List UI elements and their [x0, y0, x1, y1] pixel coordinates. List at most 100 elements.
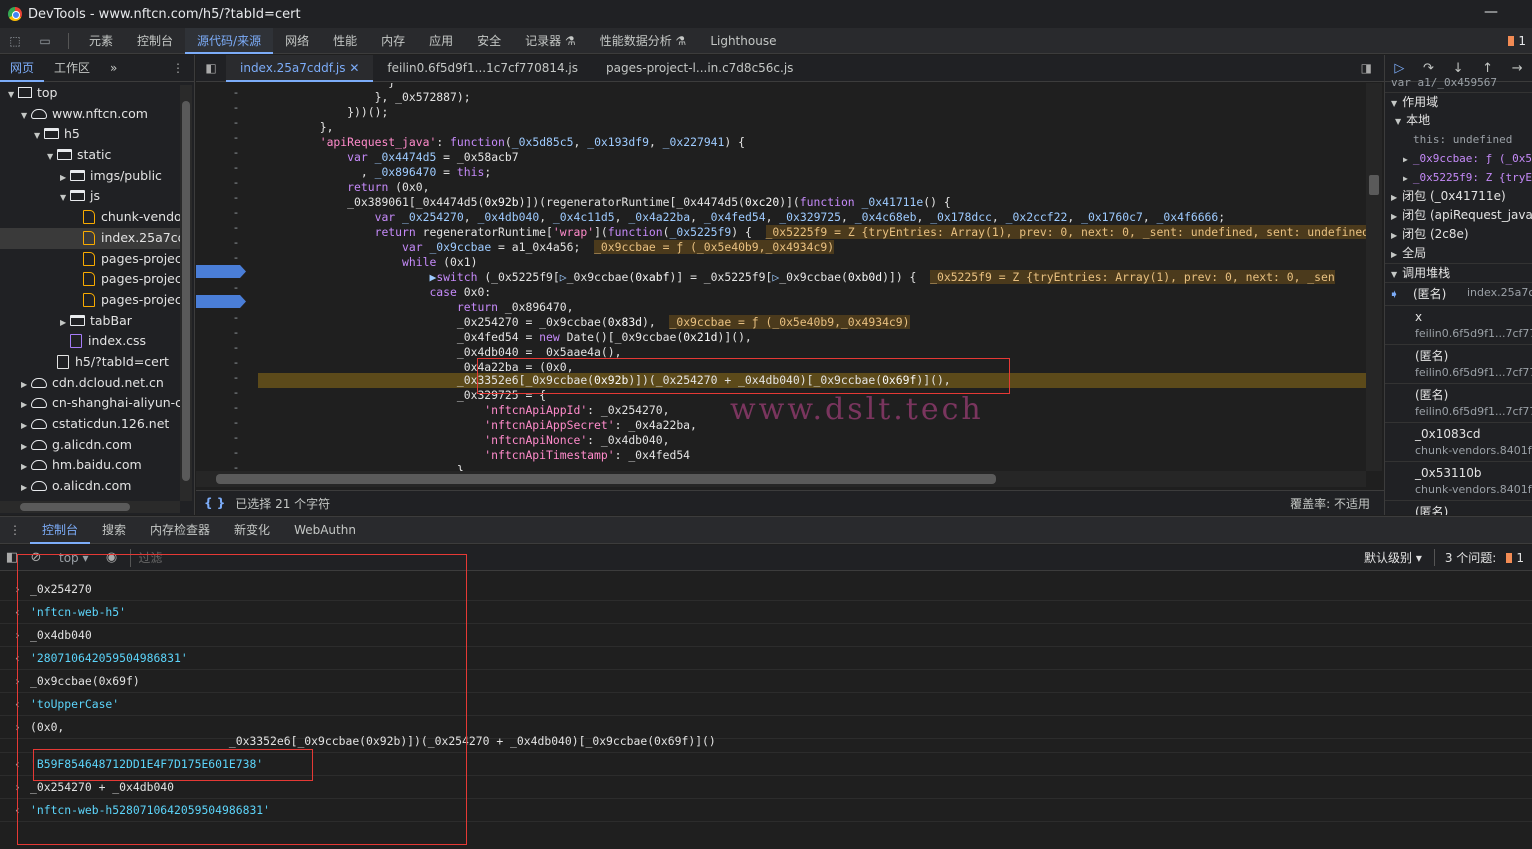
- tree-node[interactable]: h5/?tabId=cert: [0, 352, 180, 373]
- tree-arrow-icon[interactable]: ▶: [21, 395, 31, 414]
- resume-icon[interactable]: ▷: [1394, 61, 1404, 76]
- close-tab-icon[interactable]: ✕: [349, 61, 359, 75]
- tab-main[interactable]: 控制台: [125, 28, 185, 54]
- step-out-icon[interactable]: ↑: [1482, 61, 1493, 76]
- tree-node[interactable]: ▼ www.nftcn.com: [0, 104, 180, 125]
- local-var[interactable]: ▶_0x9ccbae: ƒ (_0x5e40b9,_0x4934c9): [1385, 149, 1532, 168]
- issues-counter[interactable]: 3 个问题: 1: [1433, 549, 1524, 566]
- step-icon[interactable]: →: [1512, 61, 1523, 76]
- tree-arrow-icon[interactable]: ▼: [60, 188, 70, 207]
- tree-node[interactable]: ▶ g.alicdn.com: [0, 435, 180, 456]
- tab-page[interactable]: 网页: [0, 55, 45, 82]
- tab-main[interactable]: 安全: [465, 28, 513, 54]
- tab-workspace[interactable]: 工作区: [44, 55, 100, 82]
- navigator-hscrollbar[interactable]: [0, 501, 180, 513]
- tab-main[interactable]: 记录器 ⚗: [513, 28, 588, 54]
- inspect-element-icon[interactable]: ⬚: [0, 34, 30, 48]
- callstack-frame[interactable]: (匿名) feilin0.6f5d9f1...7cf770814.js: [1385, 344, 1532, 383]
- minimize-icon[interactable]: —: [1484, 4, 1498, 20]
- tab-main[interactable]: 性能数据分析 ⚗: [588, 28, 699, 54]
- tree-node[interactable]: index.css: [0, 331, 180, 352]
- callstack-frame[interactable]: _0x53110b chunk-vendors.8401f2f6.js: [1385, 461, 1532, 500]
- tree-node[interactable]: ▶ cn-shanghai-aliyun-cloudauth.oss-cn-sha…: [0, 393, 180, 414]
- breakpoint-marker[interactable]: [196, 295, 246, 308]
- tree-arrow-icon[interactable]: ▼: [8, 85, 18, 104]
- line-gutter[interactable]: --------------------------: [196, 83, 258, 474]
- tree-node[interactable]: ▶ cstaticdun.126.net: [0, 414, 180, 435]
- tree-arrow-icon[interactable]: ▶: [21, 437, 31, 456]
- closure-scope[interactable]: ▶ 闭包 (apiRequest_java): [1385, 206, 1532, 225]
- tree-arrow-icon[interactable]: ▶: [21, 375, 31, 394]
- device-toolbar-icon[interactable]: ▭: [30, 34, 60, 48]
- tree-node[interactable]: chunk-vendors.8401f: [0, 207, 180, 228]
- line-marker: -: [234, 431, 238, 444]
- tab-main[interactable]: 应用: [417, 28, 465, 54]
- tree-arrow-icon[interactable]: ▼: [34, 126, 44, 145]
- step-into-icon[interactable]: ↓: [1453, 61, 1464, 76]
- tab-main[interactable]: Lighthouse: [698, 28, 788, 54]
- tree-node[interactable]: ▶ hm.baidu.com: [0, 455, 180, 476]
- toggle-navigator-icon[interactable]: ◧: [196, 61, 226, 75]
- callstack-frame[interactable]: (匿名)index.25a7cddf.js: [1385, 282, 1532, 305]
- frame-name: x: [1415, 310, 1423, 324]
- callstack-header[interactable]: ▼ 调用堆栈: [1385, 263, 1532, 282]
- tab-main[interactable]: 内存: [369, 28, 417, 54]
- tree-node[interactable]: ▼ top: [0, 83, 180, 104]
- editor-hscrollbar[interactable]: [196, 471, 1366, 487]
- more-tabs-icon[interactable]: »: [100, 55, 127, 82]
- tree-node[interactable]: pages-project-l...in.c7d8c56c.js: [0, 249, 180, 270]
- log-level-select[interactable]: 默认级别 ▾: [1364, 549, 1422, 566]
- tree-arrow-icon[interactable]: ▼: [21, 106, 31, 125]
- local-scope-header[interactable]: ▼ 本地: [1385, 111, 1532, 130]
- tree-arrow-icon[interactable]: ▶: [60, 313, 70, 332]
- step-over-icon[interactable]: ↷: [1423, 61, 1434, 76]
- local-var[interactable]: ▶_0x5225f9: Z {tryEntries: Array(1): [1385, 168, 1532, 187]
- callstack-frame[interactable]: x feilin0.6f5d9f1...7cf770814.js: [1385, 305, 1532, 344]
- breakpoint-marker[interactable]: [196, 265, 246, 278]
- tab-main[interactable]: 网络: [273, 28, 321, 54]
- callstack-frame[interactable]: (匿名): [1385, 500, 1532, 515]
- drawer-tab[interactable]: 搜索: [90, 516, 138, 544]
- global-scope[interactable]: ▶ 全局: [1385, 244, 1532, 263]
- callstack-frame[interactable]: (匿名) feilin0.6f5d9f1...7cf770814.js: [1385, 383, 1532, 422]
- tree-node[interactable]: ▼ js: [0, 186, 180, 207]
- annotation-box-code: [477, 358, 1010, 394]
- more-options-icon[interactable]: ⋮: [172, 61, 184, 75]
- tree-node[interactable]: ▶ tabBar: [0, 311, 180, 332]
- tree-arrow-icon[interactable]: ▶: [21, 416, 31, 435]
- scope-header[interactable]: ▼ 作用域: [1385, 92, 1532, 111]
- tree-node[interactable]: ▶ cdn.dcloud.net.cn: [0, 373, 180, 394]
- tree-arrow-icon[interactable]: ▼: [47, 147, 57, 166]
- pretty-print-icon[interactable]: { }: [204, 496, 225, 510]
- drawer-tab[interactable]: WebAuthn: [282, 516, 368, 544]
- toggle-debugger-icon[interactable]: ◨: [1361, 61, 1372, 75]
- callstack-frame[interactable]: _0x1083cd chunk-vendors.8401f2f6.js: [1385, 422, 1532, 461]
- editor-vscrollbar[interactable]: [1366, 83, 1382, 471]
- tab-main[interactable]: 源代码/来源: [185, 27, 274, 54]
- navigator-scrollbar[interactable]: [180, 85, 192, 501]
- tree-arrow-icon[interactable]: ▶: [60, 168, 70, 187]
- drawer-tab[interactable]: 新变化: [222, 516, 282, 544]
- tree-node[interactable]: index.25a7cddf.js: [0, 227, 180, 249]
- tree-node[interactable]: pages-project-d: [0, 269, 180, 290]
- closure-scope[interactable]: ▶ 闭包 (2c8e): [1385, 225, 1532, 244]
- tree-node[interactable]: pages-project-c: [0, 290, 180, 311]
- drawer-menu-icon[interactable]: ⋮: [0, 523, 30, 537]
- tree-arrow-icon[interactable]: ▶: [21, 478, 31, 497]
- editor-tab-active[interactable]: index.25a7cddf.js ✕: [226, 54, 374, 82]
- editor-tab[interactable]: pages-project-l...in.c7d8c56c.js: [592, 55, 807, 82]
- line-marker: -: [234, 416, 238, 429]
- tree-arrow-icon[interactable]: ▶: [21, 457, 31, 476]
- tab-main[interactable]: 元素: [77, 28, 125, 54]
- issues-badge[interactable]: 1: [1508, 34, 1526, 48]
- tree-node[interactable]: ▶ imgs/public: [0, 166, 180, 187]
- tab-main[interactable]: 性能: [321, 28, 369, 54]
- frame-icon: [18, 87, 32, 98]
- tree-node[interactable]: ▶ o.alicdn.com: [0, 476, 180, 497]
- closure-scope[interactable]: ▶ 闭包 (_0x41711e): [1385, 187, 1532, 206]
- editor-tab[interactable]: feilin0.6f5d9f1...1c7cf770814.js: [373, 55, 592, 82]
- tree-node[interactable]: ▼ static: [0, 145, 180, 166]
- drawer-tab[interactable]: 内存检查器: [138, 516, 222, 544]
- drawer-tab[interactable]: 控制台: [30, 516, 91, 544]
- tree-node[interactable]: ▼ h5: [0, 124, 180, 145]
